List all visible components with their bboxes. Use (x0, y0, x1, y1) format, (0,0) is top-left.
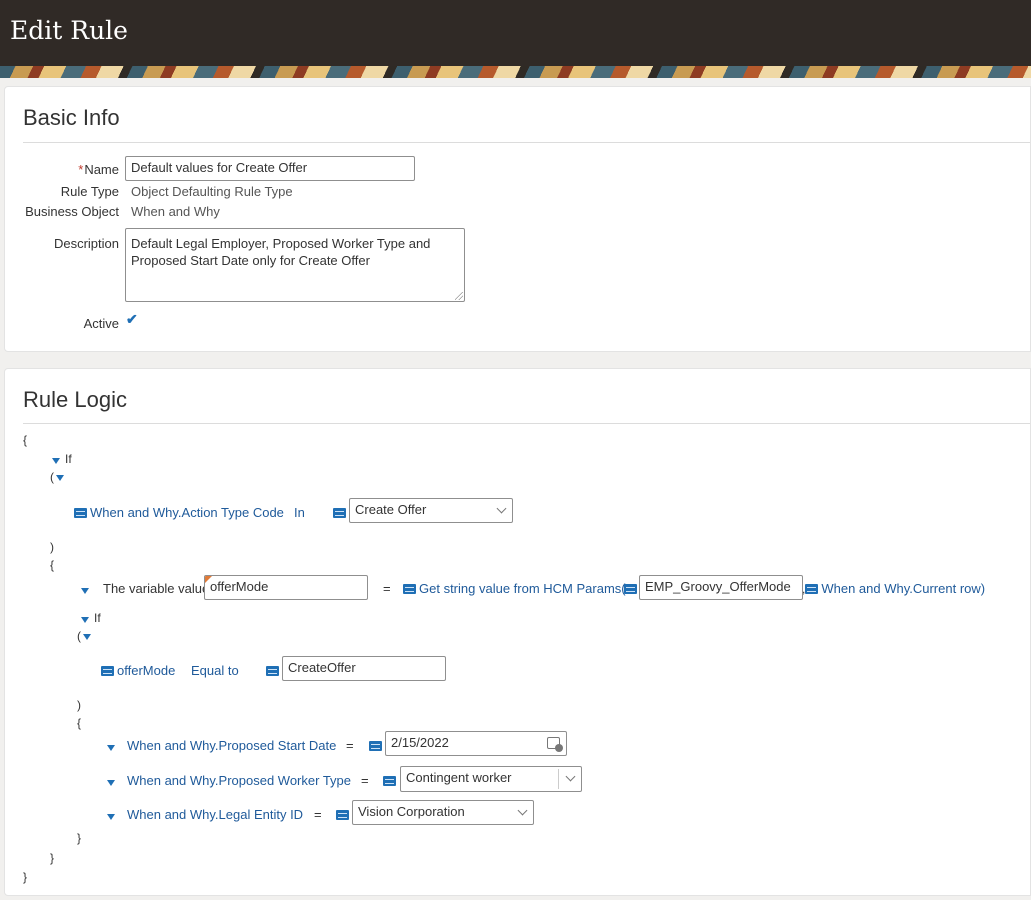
condition-close-paren-2: ) (77, 698, 81, 712)
business-object-value: When and Why (131, 204, 220, 219)
collapse-if-icon[interactable] (52, 458, 60, 464)
then-open-brace-1: { (50, 558, 55, 572)
field-type-icon (74, 507, 87, 518)
condition-1-operator[interactable]: In (294, 505, 305, 520)
variable-name-input[interactable]: offerMode (204, 575, 368, 600)
active-label: Active (83, 316, 119, 331)
basic-info-divider (23, 142, 1030, 143)
page-title: Edit Rule (10, 16, 128, 45)
collapse-statement-icon[interactable] (107, 814, 115, 820)
condition-close-paren-1: ) (50, 540, 54, 554)
rule-logic-divider (23, 423, 1030, 424)
collapse-condition-icon[interactable] (56, 474, 64, 481)
value-type-icon (266, 663, 282, 678)
field-type-icon (101, 665, 114, 676)
collapse-statement-icon[interactable] (81, 588, 89, 594)
if-keyword-1: If (65, 452, 72, 466)
then-close-brace-2: } (77, 831, 82, 845)
variable-label: The variable value (103, 581, 210, 596)
required-mark: * (78, 162, 84, 177)
rule-logic-panel: Rule Logic { If ( When and Why.Action Ty… (4, 368, 1031, 896)
basic-info-panel: Basic Info *Name Default values for Crea… (4, 86, 1031, 352)
business-object-label: Business Object (25, 204, 119, 219)
rule-logic-title: Rule Logic (23, 387, 127, 412)
create-offer-input[interactable]: CreateOffer (282, 656, 446, 681)
description-label: Description (53, 236, 119, 251)
assignment-start-date-field[interactable]: When and Why.Proposed Start Date (127, 738, 336, 753)
field-type-icon (805, 583, 819, 594)
active-checkbox[interactable]: ✔ (126, 312, 140, 326)
header-banner-image (0, 66, 1031, 78)
chevron-down-icon (565, 771, 576, 782)
param-type-icon (624, 581, 640, 596)
condition-open-paren-1: ( (50, 470, 64, 484)
outer-close-brace: } (23, 870, 28, 884)
legal-entity-select[interactable]: Vision Corporation (352, 800, 534, 825)
resize-grip-icon[interactable] (455, 292, 463, 300)
changed-flag-icon (205, 576, 212, 583)
then-close-brace-1: } (50, 851, 55, 865)
description-textarea[interactable]: Default Legal Employer, Proposed Worker … (125, 228, 465, 302)
action-type-select[interactable]: Create Offer (349, 498, 513, 523)
param-2[interactable]: , When and Why.Current row) (802, 581, 985, 596)
name-label: *Name (78, 162, 119, 177)
calendar-icon[interactable] (547, 737, 563, 752)
then-open-brace-2: { (77, 716, 82, 730)
outer-open-brace: { (23, 433, 28, 447)
chevron-down-icon (517, 805, 528, 816)
condition-2-field[interactable]: offerMode (101, 663, 175, 678)
assignment-equals-2: = (361, 773, 369, 788)
collapse-statement-icon[interactable] (107, 780, 115, 786)
function-type-icon (403, 583, 416, 594)
rule-type-value: Object Defaulting Rule Type (131, 184, 293, 199)
description-text: Default Legal Employer, Proposed Worker … (131, 236, 431, 268)
collapse-statement-icon[interactable] (107, 745, 115, 751)
worker-type-select[interactable]: Contingent worker (400, 766, 582, 792)
condition-open-paren-2: ( (77, 629, 91, 643)
condition-1-field[interactable]: When and Why.Action Type Code (74, 505, 284, 520)
page-header: Edit Rule (0, 0, 1031, 78)
chevron-down-icon (496, 503, 507, 514)
assignment-equals-3: = (314, 807, 322, 822)
assignment-equals-1: = (346, 738, 354, 753)
start-date-input[interactable]: 2/15/2022 (385, 731, 567, 756)
hcm-params-function[interactable]: Get string value from HCM Params( (403, 581, 626, 596)
value-type-icon (336, 807, 352, 822)
assignment-worker-type-field[interactable]: When and Why.Proposed Worker Type (127, 773, 351, 788)
value-type-icon (333, 505, 349, 520)
collapse-if-icon[interactable] (81, 617, 89, 623)
collapse-condition-icon[interactable] (83, 633, 91, 640)
value-type-icon (369, 738, 385, 753)
basic-info-title: Basic Info (23, 105, 120, 130)
param-offer-mode-input[interactable]: EMP_Groovy_OfferMode (639, 575, 803, 600)
condition-2-operator[interactable]: Equal to (191, 663, 239, 678)
if-keyword-2: If (94, 611, 101, 625)
name-input[interactable]: Default values for Create Offer (125, 156, 415, 181)
assignment-legal-entity-field[interactable]: When and Why.Legal Entity ID (127, 807, 303, 822)
variable-equals: = (383, 581, 391, 596)
rule-type-label: Rule Type (60, 184, 119, 199)
value-type-icon (383, 773, 399, 788)
